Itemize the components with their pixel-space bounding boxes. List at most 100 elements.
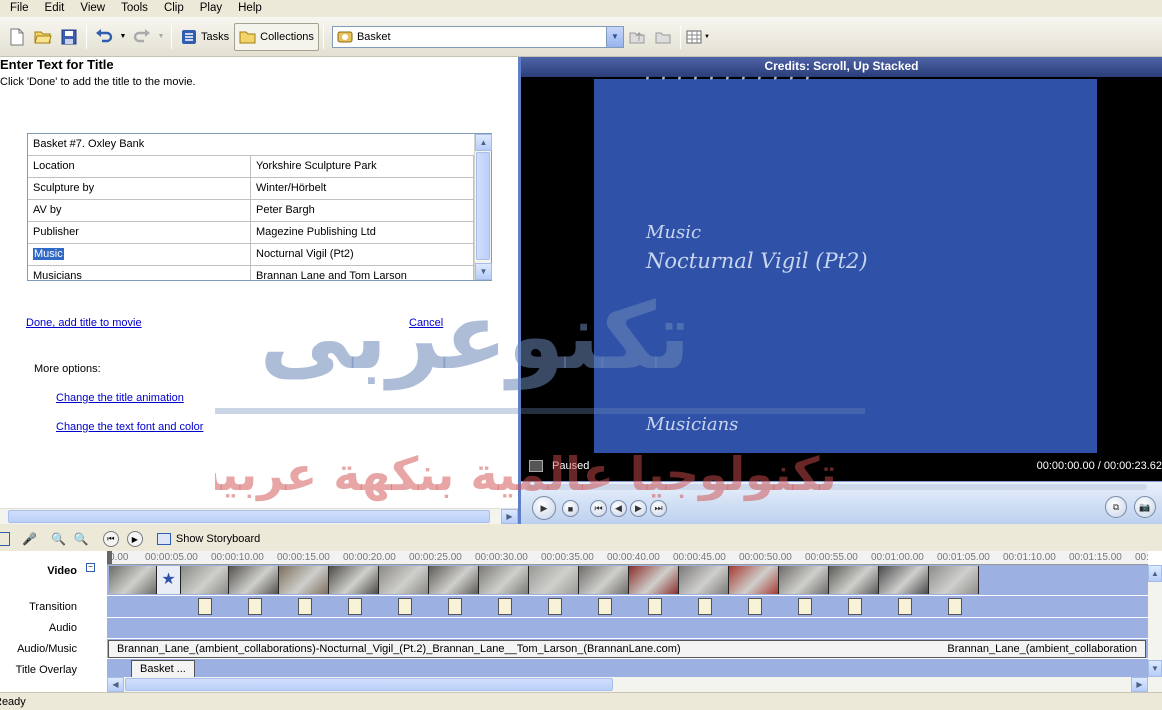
table-cell-selected[interactable]: Music	[28, 244, 251, 266]
collections-button[interactable]: Collections	[234, 22, 319, 51]
scrollbar-thumb[interactable]	[476, 152, 490, 260]
redo-dropdown-button[interactable]: ▼	[156, 24, 166, 50]
video-clip-thumbnail[interactable]	[779, 566, 829, 594]
table-cell[interactable]: Yorkshire Sculpture Park	[251, 156, 474, 178]
credits-text-table[interactable]: Basket #7. Oxley Bank Location Yorkshire…	[27, 133, 492, 281]
video-clip-thumbnail[interactable]	[879, 566, 929, 594]
undo-button[interactable]	[92, 24, 116, 50]
scroll-right-icon[interactable]: ▶	[501, 509, 518, 524]
table-cell[interactable]: Musicians	[28, 266, 251, 280]
table-cell[interactable]: AV by	[28, 200, 251, 222]
transition-slot[interactable]	[198, 598, 212, 615]
video-clip-thumbnail[interactable]	[109, 566, 157, 594]
transition-track[interactable]	[107, 595, 1148, 617]
timeline-vscrollbar[interactable]: ▲ ▼	[1148, 565, 1162, 692]
narrate-mic-icon[interactable]: 🎤	[22, 532, 37, 546]
table-row[interactable]: Musicians Brannan Lane and Tom Larson	[28, 266, 474, 280]
transition-slot[interactable]	[748, 598, 762, 615]
timeline-grid-icon[interactable]	[0, 532, 10, 546]
video-clip-thumbnail[interactable]	[379, 566, 429, 594]
timeline-hscrollbar[interactable]: ◀ ▶	[107, 677, 1148, 692]
scrollbar-thumb[interactable]	[125, 678, 613, 691]
new-project-button[interactable]	[5, 24, 29, 50]
forward-button[interactable]: ⏭	[650, 500, 667, 517]
table-cell[interactable]: Brannan Lane and Tom Larson	[251, 266, 474, 280]
task-pane-hscrollbar[interactable]: ▶	[0, 508, 518, 524]
video-clip-thumbnail[interactable]	[829, 566, 879, 594]
transition-slot[interactable]	[298, 598, 312, 615]
video-clip-thumbnail[interactable]	[329, 566, 379, 594]
video-clip-thumbnail[interactable]	[579, 566, 629, 594]
transition-slot[interactable]	[398, 598, 412, 615]
table-cell[interactable]: Peter Bargh	[251, 200, 474, 222]
menu-view[interactable]: View	[70, 0, 111, 17]
transition-slot[interactable]	[698, 598, 712, 615]
collection-dropdown[interactable]: Basket ▼	[331, 25, 624, 48]
menu-edit[interactable]: Edit	[35, 0, 71, 17]
menu-file[interactable]: File	[0, 0, 35, 17]
scroll-right-icon[interactable]: ▶	[1131, 677, 1148, 692]
transition-slot[interactable]	[248, 598, 262, 615]
chevron-down-icon[interactable]: ▼	[605, 26, 623, 47]
transition-slot[interactable]	[348, 598, 362, 615]
video-clip-thumbnail[interactable]	[181, 566, 229, 594]
take-picture-button[interactable]: 📷	[1134, 496, 1156, 518]
cancel-link[interactable]: Cancel	[409, 317, 443, 329]
menu-clip[interactable]: Clip	[154, 0, 190, 17]
transition-slot[interactable]	[548, 598, 562, 615]
show-storyboard-button[interactable]: Show Storyboard	[176, 533, 260, 545]
music-clip[interactable]: Brannan_Lane_(ambient_collaborations)-No…	[108, 640, 1146, 658]
previous-frame-button[interactable]: ◀	[610, 500, 627, 517]
video-clip-thumbnail[interactable]	[679, 566, 729, 594]
table-cell[interactable]: Winter/Hörbelt	[251, 178, 474, 200]
transition-slot[interactable]	[448, 598, 462, 615]
tasks-button[interactable]: Tasks	[176, 23, 234, 51]
scrollbar-thumb[interactable]	[8, 510, 490, 523]
split-clip-button[interactable]: ⧉	[1105, 496, 1127, 518]
scroll-left-icon[interactable]: ◀	[107, 677, 124, 692]
title-clip-thumbnail[interactable]: ★	[157, 566, 181, 594]
new-collection-button[interactable]	[651, 24, 675, 50]
transition-slot[interactable]	[948, 598, 962, 615]
scroll-up-icon[interactable]: ▲	[475, 134, 492, 151]
playhead-marker[interactable]	[107, 551, 112, 564]
table-cell[interactable]: Publisher	[28, 222, 251, 244]
video-clip-thumbnail[interactable]	[729, 566, 779, 594]
stop-button[interactable]: ■	[562, 500, 579, 517]
change-font-color-link[interactable]: Change the text font and color	[56, 421, 203, 433]
table-cell[interactable]: Sculpture by	[28, 178, 251, 200]
table-cell[interactable]: Location	[28, 156, 251, 178]
video-clip-thumbnail[interactable]	[229, 566, 279, 594]
title-overlay-track[interactable]: Basket ...	[107, 658, 1148, 678]
transition-slot[interactable]	[498, 598, 512, 615]
collapse-video-toggle[interactable]: −	[86, 563, 95, 572]
menu-tools[interactable]: Tools	[111, 0, 154, 17]
table-cell[interactable]: Magezine Publishing Ltd	[251, 222, 474, 244]
change-title-animation-link[interactable]: Change the title animation	[56, 392, 184, 404]
transition-slot[interactable]	[898, 598, 912, 615]
table-row[interactable]: Basket #7. Oxley Bank	[28, 134, 474, 156]
menu-play[interactable]: Play	[190, 0, 228, 17]
table-row[interactable]: Music Nocturnal Vigil (Pt2)	[28, 244, 474, 266]
table-row[interactable]: Sculpture by Winter/Hörbelt	[28, 178, 474, 200]
next-frame-button[interactable]: ▶	[630, 500, 647, 517]
table-row[interactable]: Location Yorkshire Sculpture Park	[28, 156, 474, 178]
table-row[interactable]: Publisher Magezine Publishing Ltd	[28, 222, 474, 244]
save-project-button[interactable]	[57, 24, 81, 50]
collection-up-button[interactable]	[625, 24, 649, 50]
zoom-out-icon[interactable]: 🔍	[74, 532, 89, 546]
audio-track[interactable]	[107, 617, 1148, 638]
redo-button[interactable]	[130, 24, 154, 50]
transition-slot[interactable]	[598, 598, 612, 615]
video-clip-thumbnail[interactable]	[429, 566, 479, 594]
seek-bar[interactable]	[527, 484, 1147, 490]
zoom-in-icon[interactable]: 🔍	[51, 532, 66, 546]
back-button[interactable]: ⏮	[590, 500, 607, 517]
video-clip-thumbnail[interactable]	[279, 566, 329, 594]
menu-help[interactable]: Help	[228, 0, 268, 17]
scroll-up-icon[interactable]: ▲	[1148, 565, 1162, 582]
video-track[interactable]: ★	[107, 565, 1148, 595]
video-clip-thumbnail[interactable]	[529, 566, 579, 594]
video-clip-thumbnail[interactable]	[929, 566, 979, 594]
title-overlay-clip[interactable]: Basket ...	[131, 660, 195, 678]
